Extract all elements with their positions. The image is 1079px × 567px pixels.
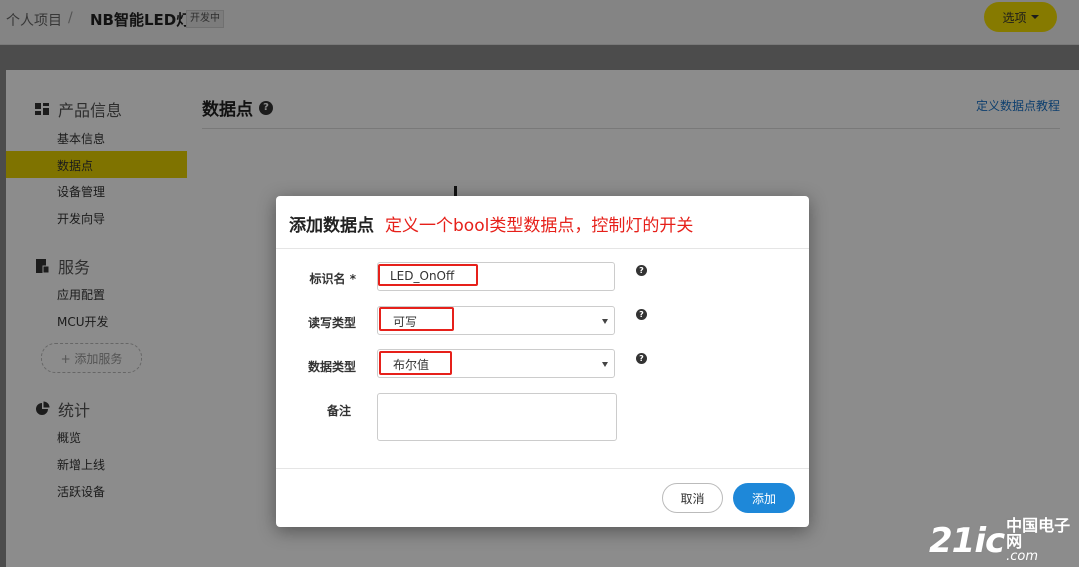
datatype-label: 数据类型 bbox=[307, 360, 356, 374]
note-textarea[interactable] bbox=[377, 393, 617, 441]
watermark-number: 21ic bbox=[929, 520, 1005, 561]
modal-title: 添加数据点 bbox=[289, 216, 374, 236]
help-icon[interactable]: ? bbox=[636, 353, 647, 364]
caret-down-icon bbox=[602, 319, 608, 324]
watermark-domain: .com bbox=[1006, 549, 1039, 564]
rw-type-label: 读写类型 bbox=[307, 316, 356, 330]
watermark-logo: 21ic 中国电子网 .com bbox=[929, 516, 1079, 564]
annotation-highlight-box bbox=[379, 351, 452, 375]
identifier-label: 标识名 * bbox=[309, 272, 356, 286]
add-button[interactable]: 添加 bbox=[733, 483, 795, 513]
annotation-highlight-box bbox=[379, 307, 454, 331]
annotation-highlight-box bbox=[378, 264, 478, 286]
cancel-button[interactable]: 取消 bbox=[662, 483, 723, 513]
note-label: 备注 bbox=[326, 404, 351, 418]
watermark-text: 中国电子网 .com bbox=[1006, 516, 1079, 564]
divider bbox=[276, 468, 809, 469]
annotation-text: 定义一个bool类型数据点，控制灯的开关 bbox=[385, 216, 694, 236]
help-icon[interactable]: ? bbox=[636, 265, 647, 276]
watermark-cn: 中国电子网 bbox=[1006, 516, 1071, 551]
help-icon[interactable]: ? bbox=[636, 309, 647, 320]
add-datapoint-modal: 添加数据点 定义一个bool类型数据点，控制灯的开关 标识名 * LED_OnO… bbox=[276, 196, 809, 527]
caret-down-icon bbox=[602, 362, 608, 367]
modal-header: 添加数据点 定义一个bool类型数据点，控制灯的开关 bbox=[276, 196, 809, 249]
